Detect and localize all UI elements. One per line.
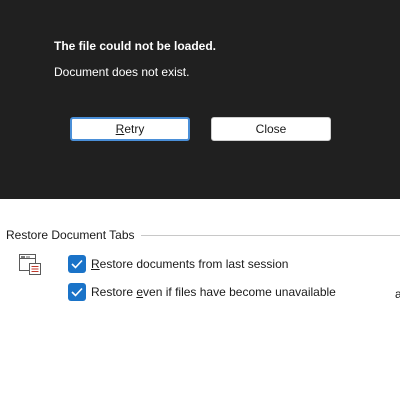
restore-unavailable-label: Restore even if files have become unavai…	[91, 285, 336, 299]
retry-button[interactable]: Retry	[70, 117, 190, 141]
group-divider	[140, 234, 400, 236]
option1-mnemonic: R	[91, 257, 100, 271]
option1-rest: estore documents from last session	[99, 257, 289, 271]
retry-label: etry	[124, 122, 145, 136]
checkmark-icon	[71, 287, 83, 297]
clipped-text: a	[395, 287, 400, 301]
restore-tabs-group-header: Restore Document Tabs	[6, 228, 400, 242]
option2-prefix: Restore	[91, 285, 137, 299]
restore-documents-option[interactable]: Restore documents from last session	[68, 255, 288, 273]
restore-unavailable-checkbox[interactable]	[68, 283, 86, 301]
group-label: Restore Document Tabs	[6, 228, 135, 242]
dialog-message: Document does not exist.	[54, 65, 190, 79]
close-button[interactable]: Close	[211, 117, 331, 141]
restore-unavailable-option[interactable]: Restore even if files have become unavai…	[68, 283, 336, 301]
restore-documents-checkbox[interactable]	[68, 255, 86, 273]
dialog-title: The file could not be loaded.	[54, 39, 217, 53]
option2-rest: ven if files have become unavailable	[143, 285, 336, 299]
document-tabs-icon	[17, 251, 43, 277]
screen: The file could not be loaded. Document d…	[0, 0, 400, 400]
close-label: Close	[255, 122, 287, 136]
options-panel: Restore Document Tabs Restore documents …	[0, 199, 400, 400]
restore-documents-label: Restore documents from last session	[91, 257, 288, 271]
checkmark-icon	[71, 259, 83, 269]
error-dialog: The file could not be loaded. Document d…	[0, 0, 400, 199]
retry-mnemonic: R	[115, 122, 125, 136]
